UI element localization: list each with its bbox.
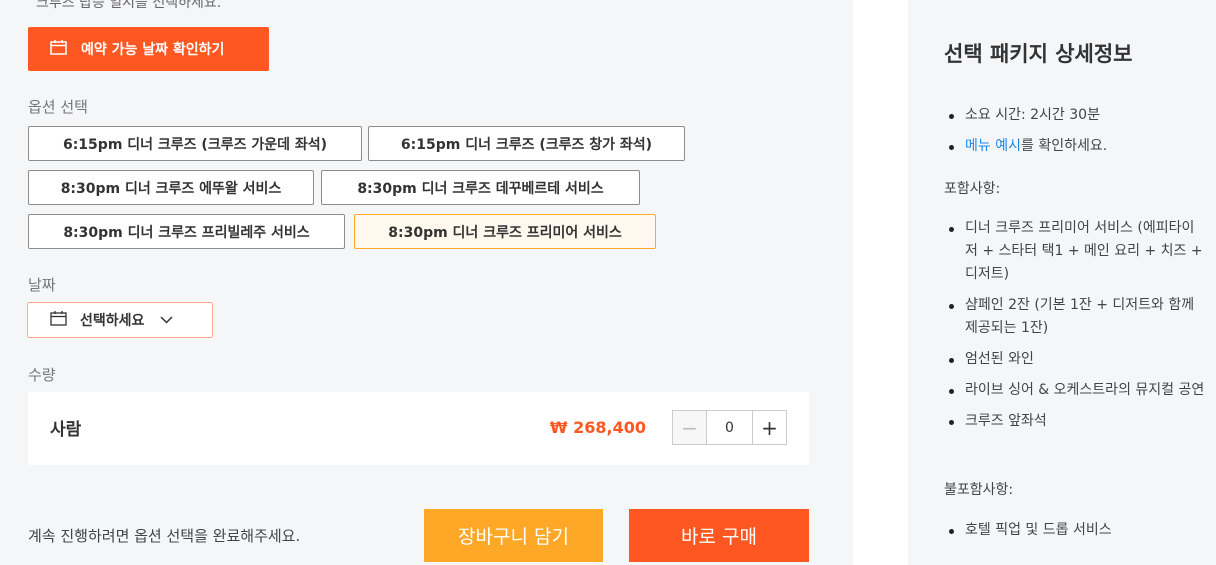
included-label: 포함사항: <box>944 181 1001 197</box>
menu-example-link[interactable]: 메뉴 예시 <box>965 138 1021 154</box>
package-details-panel: 선택 패키지 상세정보 소요 시간: 2시간 30분 메뉴 예시를 확인하세요.… <box>908 0 1216 565</box>
increment-button[interactable]: + <box>752 411 786 444</box>
excluded-label: 불포함사항: <box>944 482 1014 498</box>
chevron-down-icon <box>160 312 173 328</box>
check-availability-button[interactable]: 예약 가능 날짜 확인하기 <box>28 27 269 71</box>
quantity-item-name: 사람 <box>50 420 82 440</box>
list-item: 소요 시간: 2시간 30분 <box>944 104 1107 127</box>
quantity-value[interactable]: 0 <box>707 411 752 444</box>
calendar-icon <box>50 310 67 330</box>
option-button[interactable]: 6:15pm 디너 크루즈 (크루즈 창가 좌석) <box>368 126 685 161</box>
excluded-list: 호텔 픽업 및 드롭 서비스 <box>944 519 1112 550</box>
quantity-row: 사람 ₩ 268,400 − 0 + <box>28 392 809 465</box>
buy-now-button[interactable]: 바로 구매 <box>629 509 809 562</box>
list-item: 샴페인 2잔 (기본 1잔 + 디저트와 함께 제공되는 1잔) <box>944 294 1206 340</box>
quantity-section-label: 수량 <box>28 366 56 384</box>
option-section-label: 옵션 선택 <box>28 98 88 116</box>
list-item: 라이브 싱어 & 오케스트라의 뮤지컬 공연 <box>944 379 1206 402</box>
booking-panel: 크루즈 탑승 일시를 선택하세요. 예약 가능 날짜 확인하기 옵션 선택 6:… <box>0 0 853 565</box>
quantity-stepper: − 0 + <box>672 410 787 445</box>
option-button[interactable]: 8:30pm 디너 크루즈 에뚜왈 서비스 <box>28 170 314 205</box>
list-item: 디너 크루즈 프리미어 서비스 (에피타이저 + 스타터 택1 + 메인 요리 … <box>944 217 1206 286</box>
list-item: 호텔 픽업 및 드롭 서비스 <box>944 519 1112 542</box>
top-note: 크루즈 탑승 일시를 선택하세요. <box>36 0 222 11</box>
option-button[interactable]: 6:15pm 디너 크루즈 (크루즈 가운데 좌석) <box>28 126 362 161</box>
list-item: 엄선된 와인 <box>944 348 1206 371</box>
list-item: 메뉴 예시를 확인하세요. <box>944 135 1107 158</box>
option-button[interactable]: 8:30pm 디너 크루즈 프리빌레주 서비스 <box>28 214 345 249</box>
option-button[interactable]: 8:30pm 디너 크루즈 데꾸베르테 서비스 <box>321 170 640 205</box>
decrement-button[interactable]: − <box>673 411 707 444</box>
date-select-value: 선택하세요 <box>80 313 145 329</box>
menu-link-suffix: 를 확인하세요. <box>1020 138 1108 154</box>
included-list: 디너 크루즈 프리미어 서비스 (에피타이저 + 스타터 택1 + 메인 요리 … <box>944 217 1206 441</box>
quantity-item-price: ₩ 268,400 <box>549 418 646 437</box>
date-section-label: 날짜 <box>28 276 56 294</box>
calendar-icon <box>50 39 67 59</box>
completion-note: 계속 진행하려면 옵션 선택을 완료해주세요. <box>28 527 301 545</box>
check-availability-label: 예약 가능 날짜 확인하기 <box>81 42 225 58</box>
list-item: 크루즈 앞좌석 <box>944 410 1206 433</box>
info-list: 소요 시간: 2시간 30분 메뉴 예시를 확인하세요. <box>944 104 1107 166</box>
details-title: 선택 패키지 상세정보 <box>944 42 1133 66</box>
option-button-selected[interactable]: 8:30pm 디너 크루즈 프리미어 서비스 <box>354 214 656 249</box>
date-select[interactable]: 선택하세요 <box>27 302 213 338</box>
add-to-cart-button[interactable]: 장바구니 담기 <box>424 509 603 562</box>
